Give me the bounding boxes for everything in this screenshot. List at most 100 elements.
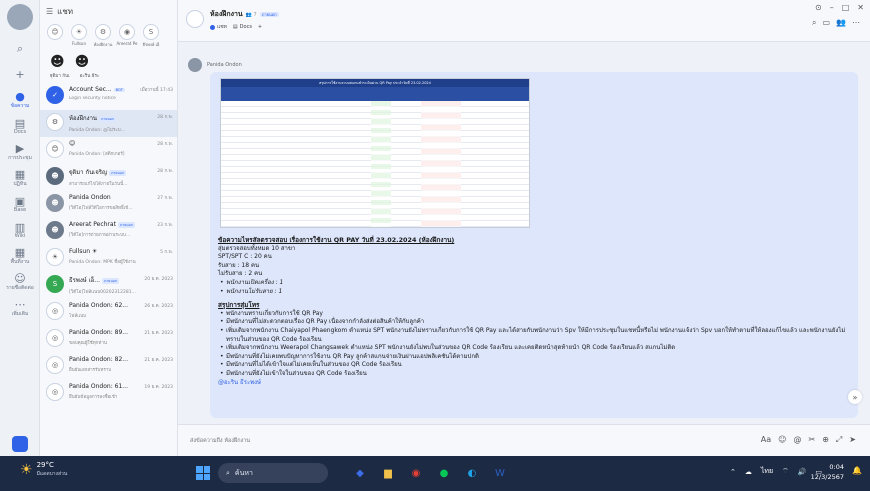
close-button[interactable]: ✕ xyxy=(857,3,864,12)
line-icon[interactable]: ● xyxy=(434,463,454,483)
rail-item-more[interactable]: ⋯ เพิ่มเติม xyxy=(0,296,40,320)
search-icon[interactable]: ⌕ xyxy=(812,18,816,28)
sender-name[interactable]: Panida Ondon xyxy=(207,62,242,68)
pinned-avatar-icon[interactable]: ☻ xyxy=(50,54,65,70)
conversation-time: เมื่อวานนี้ 17:43 xyxy=(140,88,173,93)
conversation-badge: ภายนอก xyxy=(109,170,127,176)
rail-item-contacts[interactable]: ☺ รายชื่อติดต่อ xyxy=(0,270,40,294)
maximize-button[interactable]: □ xyxy=(842,3,850,12)
scroll-down-button[interactable]: » xyxy=(848,390,862,404)
send-icon[interactable]: ➤ xyxy=(849,435,856,445)
base-icon: ▣ xyxy=(14,194,26,208)
wifi-icon[interactable]: ⌔ xyxy=(782,467,789,476)
screenshot-icon[interactable]: ✂ xyxy=(808,435,815,445)
external-tag: ภายนอก xyxy=(259,12,279,17)
conversation-time: 21 ธ.ค. 2023 xyxy=(144,358,173,363)
taskbar-clock[interactable]: 0:04 12/3/2567 xyxy=(811,462,844,482)
conversation-badge: ภายนอก xyxy=(117,222,135,228)
conversation-body: Areerat Pechrat ภายนอก 23 ก.พ. [วิดีโอ]การถ… xyxy=(69,221,173,238)
notification-bell-icon[interactable]: 🔔 xyxy=(852,466,862,475)
conversation-preview: [วิดีโอ]การถ่ายภาพผ่านระบบ... xyxy=(69,233,131,238)
member-count[interactable]: 👥 7 xyxy=(246,12,257,18)
conversation-time: 20 ธ.ค. 2023 xyxy=(144,277,173,282)
conversation-item[interactable]: ◎ Panida Ondon: 61... 19 ธ.ค. 2023 ยืนยันข้… xyxy=(40,380,177,407)
message-input[interactable] xyxy=(190,435,590,447)
mention-link[interactable]: @อะริน ธีระพงษ์ xyxy=(218,379,850,388)
conversation-item[interactable]: ☻ ฐุติมา กันเจริญ ภายนอก 28 ก.พ. สามารถแก้ไข… xyxy=(40,164,177,191)
volume-icon[interactable]: 🔊 xyxy=(798,468,807,476)
screen-share-icon[interactable]: ▭ xyxy=(822,18,830,28)
taskbar-search[interactable]: ⌕ ค้นหา xyxy=(218,463,328,483)
rail-item-label: รายชื่อติดต่อ xyxy=(6,284,34,291)
conversation-item[interactable]: ✓ Account Sec... BOT เมื่อวานนี้ 17:43 Login… xyxy=(40,83,177,110)
composer-tools: Aa ☺ @ ✂ ⊕ ⤢ ➤ xyxy=(761,435,856,445)
more-icon[interactable]: ⋯ xyxy=(852,18,860,28)
group-avatar[interactable] xyxy=(186,10,204,28)
pinned-avatar-icon[interactable]: ☻ xyxy=(75,54,90,70)
mention-icon[interactable]: @ xyxy=(793,435,801,445)
conversation-name: Panida Ondon xyxy=(69,194,111,201)
word-icon[interactable]: W xyxy=(490,463,510,483)
rail-item-search[interactable]: ⌕ xyxy=(0,36,40,60)
conversation-item[interactable]: ◎ Panida Ondon: 82... 21 ธ.ค. 2023 ยืนยันเอ… xyxy=(40,353,177,380)
rail-item-add[interactable]: + xyxy=(0,62,40,86)
tab-chat[interactable]: แชท xyxy=(210,23,227,31)
app-logo-icon[interactable] xyxy=(12,436,28,452)
rail-item-docs[interactable]: ▤ Docs xyxy=(0,114,40,138)
sender-avatar[interactable] xyxy=(188,58,202,72)
profile-avatar[interactable] xyxy=(6,4,33,30)
spreadsheet-image[interactable]: สรุปการใช้งานระบบสแกนชำระเงินผ่าน QR Pay… xyxy=(220,78,530,228)
recent-contact[interactable]: S ธีรพงษ์ เอ็ xyxy=(142,24,160,48)
conversation-top: Panida Ondon: 61... 19 ธ.ค. 2023 xyxy=(69,383,173,390)
conversation-item[interactable]: 😊 😊 28 ก.พ. Panida Ondon: [สติกเกอร์] xyxy=(40,137,177,164)
rail-item-workspace[interactable]: ▦ พื้นที่งาน xyxy=(0,244,40,268)
conversation-avatar: ✓ xyxy=(46,86,64,104)
expand-icon[interactable]: ⤢ xyxy=(836,435,842,445)
tray-overflow-icon[interactable]: ⌃ xyxy=(730,468,736,476)
tab-docs-label: Docs xyxy=(239,24,252,30)
tab-docs[interactable]: ▤ Docs xyxy=(233,23,252,31)
pinned-name: ฐุติมา กันเ xyxy=(50,74,70,79)
rail-item-meeting[interactable]: ▶ การประชุม xyxy=(0,140,40,164)
recent-contact[interactable]: ⚙ ห้องฝึกงาน xyxy=(94,24,112,48)
language-indicator[interactable]: ไทย xyxy=(761,466,773,477)
conversation-item[interactable]: ☀ Fullsun ☀ 5 ก.พ. Panida Ondon: MPK ชื่อผู… xyxy=(40,245,177,272)
rail-item-calendar[interactable]: ▦ ปฏิทิน xyxy=(0,166,40,190)
minimize-button[interactable]: – xyxy=(830,3,834,12)
conversation-name-wrap: ห้องฝึกงาน ภายนอก xyxy=(69,113,116,123)
conversation-item[interactable]: ◎ Panida Ondon: 89... 21 ธ.ค. 2023 ขอบคุณผู… xyxy=(40,326,177,353)
rail-item-base[interactable]: ▣ Base xyxy=(0,192,40,216)
rail-item-chat[interactable]: ● ข้อความ xyxy=(0,88,40,112)
conversation-body: Panida Ondon: 82... 21 ธ.ค. 2023 ยืนยันเอก… xyxy=(69,356,173,373)
recent-contact[interactable]: ☀ Fullsun xyxy=(70,24,88,48)
text-format-icon[interactable]: Aa xyxy=(761,435,771,445)
add-tab-button[interactable]: + xyxy=(258,23,262,31)
files-icon[interactable]: ▆ xyxy=(378,463,398,483)
add-icon[interactable]: ⊕ xyxy=(822,435,829,445)
recent-contact[interactable]: ◉ Areerat Pe xyxy=(117,24,137,48)
recent-contact[interactable]: 😊 xyxy=(46,24,64,48)
workspace-icon: ▦ xyxy=(14,245,26,259)
message-italic-line: พนักงานไม่รับสาย : 1 xyxy=(218,288,850,297)
rail-item-wiki[interactable]: ▥ Wiki xyxy=(0,218,40,242)
weather-widget[interactable]: ☀ 29°C มีแดดบางส่วน xyxy=(20,461,67,479)
start-button[interactable] xyxy=(196,466,210,480)
conversation-item[interactable]: ☻ Panida Ondon 27 ก.พ. [วิดีโอ]ไฟล์วิดีโอกา… xyxy=(40,191,177,218)
cloud-icon[interactable]: ☁ xyxy=(745,468,752,476)
rail-item-label: Docs xyxy=(13,128,27,135)
window-controls: ⊙ – □ ✕ xyxy=(815,3,864,12)
emoji-icon[interactable]: ☺ xyxy=(778,435,786,445)
menu-icon[interactable]: ☰ xyxy=(46,7,53,16)
conversation-time: 23 ก.พ. xyxy=(157,223,173,228)
conversation-item[interactable]: ⚙ ห้องฝึกงาน ภายนอก 28 ก.พ. Panida Ondon: @ไ… xyxy=(40,110,177,137)
chrome-icon[interactable]: ◉ xyxy=(406,463,426,483)
conversation-body: Fullsun ☀ 5 ก.พ. Panida Ondon: MPK ชื่อผู้… xyxy=(69,248,173,265)
members-icon[interactable]: 👥 xyxy=(836,18,846,28)
help-icon[interactable]: ⊙ xyxy=(815,3,822,12)
conversation-preview: [วิดีโอ]ไฟล์วิดีโอการขอสิทธิ์เข้... xyxy=(69,206,133,211)
conversation-item[interactable]: S ธีรพงษ์ เอ็... ภายนอก 20 ธ.ค. 2023 [วิดีโอ… xyxy=(40,272,177,299)
conversation-item[interactable]: ☻ Areerat Pechrat ภายนอก 23 ก.พ. [วิดีโอ]การ… xyxy=(40,218,177,245)
conversation-item[interactable]: ◎ Panida Ondon: 62... 26 ธ.ค. 2023 ไฟล์แนบ xyxy=(40,299,177,326)
lark-icon[interactable]: ◆ xyxy=(350,463,370,483)
edge-icon[interactable]: ◐ xyxy=(462,463,482,483)
